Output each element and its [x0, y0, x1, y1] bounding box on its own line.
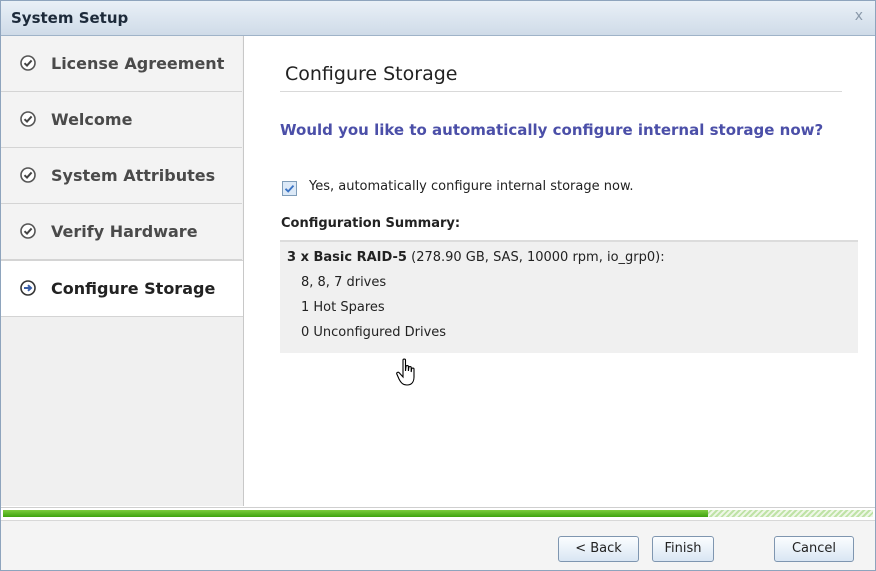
configuration-summary-box: 3 x Basic RAID-5 (278.90 GB, SAS, 10000 …	[280, 240, 858, 353]
wizard-steps-sidebar: License Agreement Welcome System Attribu…	[1, 36, 244, 506]
drives-count: 8, 8, 7 drives	[301, 275, 387, 290]
step-welcome[interactable]: Welcome	[1, 92, 242, 148]
close-icon[interactable]: x	[855, 8, 863, 24]
title-bar: System Setup x	[1, 1, 875, 36]
auto-configure-checkbox[interactable]	[282, 181, 297, 196]
arrow-right-circle-icon	[20, 280, 36, 296]
check-circle-icon	[20, 223, 36, 239]
check-circle-icon	[20, 167, 36, 183]
configuration-summary-title: Configuration Summary:	[281, 216, 461, 231]
auto-configure-question: Would you like to automatically configur…	[280, 121, 824, 139]
cancel-button[interactable]: Cancel	[774, 536, 854, 562]
check-circle-icon	[20, 111, 36, 127]
unconfigured-drives-count: 0 Unconfigured Drives	[301, 325, 447, 340]
page-title: Configure Storage	[285, 63, 458, 85]
dialog-footer: < Back Finish Cancel	[1, 520, 875, 570]
auto-configure-checkbox-label[interactable]: Yes, automatically configure internal st…	[309, 179, 634, 194]
step-label: Welcome	[51, 110, 133, 129]
raid-detail: (278.90 GB, SAS, 10000 rpm, io_grp0):	[406, 250, 665, 265]
step-label: Configure Storage	[51, 279, 216, 298]
hand-pointer-icon	[396, 358, 420, 392]
hot-spares-count: 1 Hot Spares	[301, 300, 385, 315]
progress-fill	[3, 510, 708, 517]
step-label: System Attributes	[51, 166, 216, 185]
main-content: Configure Storage Would you like to auto…	[245, 36, 875, 506]
finish-button[interactable]: Finish	[652, 536, 714, 562]
step-label: Verify Hardware	[51, 222, 198, 241]
wizard-progress-bar	[1, 507, 875, 520]
raid-type: 3 x Basic RAID-5	[287, 250, 407, 265]
step-system-attributes[interactable]: System Attributes	[1, 148, 242, 204]
step-label: License Agreement	[51, 54, 225, 73]
divider	[280, 91, 842, 92]
system-setup-dialog: System Setup x License Agreement Welcome…	[0, 0, 876, 571]
dialog-title: System Setup	[11, 9, 129, 27]
back-button[interactable]: < Back	[558, 536, 639, 562]
check-circle-icon	[20, 55, 36, 71]
raid-summary-line: 3 x Basic RAID-5 (278.90 GB, SAS, 10000 …	[287, 250, 665, 265]
step-verify-hardware[interactable]: Verify Hardware	[1, 204, 242, 260]
step-configure-storage[interactable]: Configure Storage	[1, 260, 243, 317]
sidebar-empty-area	[1, 354, 242, 506]
step-license-agreement[interactable]: License Agreement	[1, 36, 242, 92]
